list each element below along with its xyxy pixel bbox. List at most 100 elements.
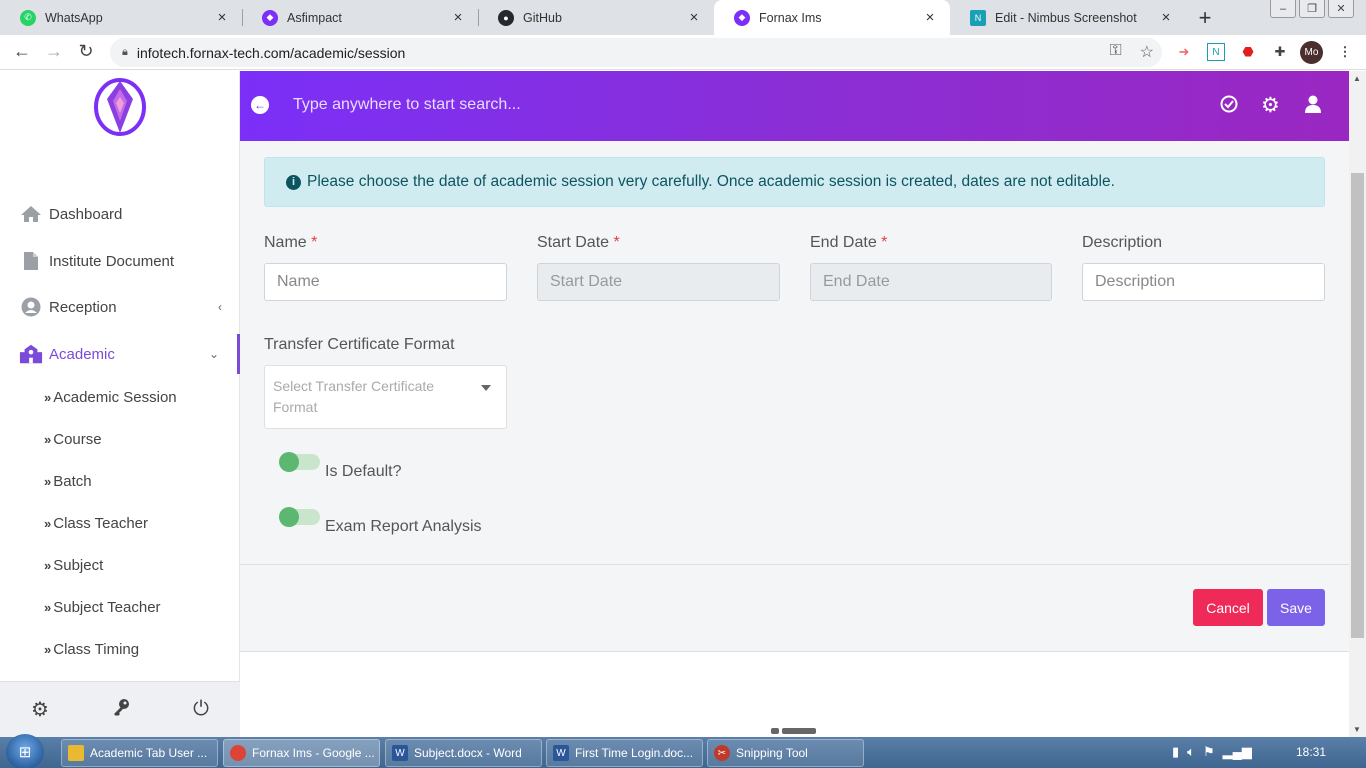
tab-title: WhatsApp bbox=[45, 10, 103, 25]
lock-icon: 🔒︎ bbox=[122, 46, 128, 58]
taskbar-item-snipping-tool[interactable]: ✂ Snipping Tool bbox=[707, 739, 864, 767]
sidebar-subitem-class-timing[interactable]: » Class Timing bbox=[44, 634, 240, 664]
puzzle-icon[interactable]: ✚ bbox=[1271, 43, 1289, 61]
close-icon[interactable]: × bbox=[922, 9, 938, 26]
tab-github[interactable]: ● GitHub × bbox=[478, 0, 714, 35]
tab-title: Asfimpact bbox=[287, 10, 342, 25]
fornax-logo[interactable] bbox=[93, 77, 147, 140]
restore-button[interactable]: ❐ bbox=[1299, 0, 1325, 18]
asfimpact-icon: ◆ bbox=[262, 9, 278, 26]
info-alert: i Please choose the date of academic ses… bbox=[264, 157, 1325, 207]
extension-arrow-icon[interactable]: ➜ bbox=[1175, 43, 1193, 61]
sidebar-subitem-academic-session[interactable]: » Academic Session bbox=[44, 382, 240, 412]
check-circle-icon[interactable] bbox=[1220, 95, 1238, 119]
subitem-label: Class Timing bbox=[53, 640, 140, 658]
star-icon[interactable]: ☆ bbox=[1140, 42, 1154, 62]
end-date-input[interactable]: End Date bbox=[810, 263, 1052, 301]
address-bar[interactable]: 🔒︎ infotech.fornax-tech.com/academic/ses… bbox=[110, 38, 1162, 67]
forward-arrow-icon[interactable]: → bbox=[42, 41, 66, 62]
close-icon[interactable]: × bbox=[686, 9, 702, 26]
page-scrollbar[interactable]: ▲ ▼ bbox=[1349, 71, 1366, 737]
tc-format-label: Transfer Certificate Format bbox=[264, 336, 455, 353]
is-default-toggle[interactable] bbox=[279, 452, 320, 472]
sidebar-subitem-subject-teacher[interactable]: » Subject Teacher bbox=[44, 592, 240, 622]
word-icon: W bbox=[553, 745, 569, 761]
profile-avatar[interactable]: Mo bbox=[1300, 41, 1323, 64]
close-icon[interactable]: × bbox=[1158, 9, 1174, 26]
taskbar-label: Subject.docx - Word bbox=[414, 746, 522, 760]
close-icon[interactable]: × bbox=[214, 9, 230, 26]
tc-format-select[interactable]: Select Transfer Certificate Format bbox=[264, 365, 507, 429]
key-icon[interactable] bbox=[111, 697, 131, 723]
github-icon: ● bbox=[498, 9, 514, 26]
sidebar-subitem-course[interactable]: » Course bbox=[44, 424, 240, 454]
tab-asfimpact[interactable]: ◆ Asfimpact × bbox=[242, 0, 478, 35]
global-search-input[interactable]: Type anywhere to start search... bbox=[293, 96, 521, 114]
scrollbar-thumb[interactable] bbox=[1351, 173, 1364, 638]
folder-icon bbox=[68, 745, 84, 761]
sidebar-item-academic[interactable]: Academic ⌄ bbox=[0, 334, 240, 374]
key-icon[interactable]: ⚿ bbox=[1109, 42, 1121, 62]
sidebar-subitem-class-teacher[interactable]: » Class Teacher bbox=[44, 508, 240, 538]
menu-dots-icon[interactable]: ⋮ bbox=[1336, 43, 1354, 61]
tab-fornax-ims[interactable]: ◆ Fornax Ims × bbox=[714, 0, 950, 35]
school-icon bbox=[19, 343, 43, 365]
taskbar-label: Snipping Tool bbox=[736, 746, 808, 760]
tab-nimbus[interactable]: N Edit - Nimbus Screenshot × bbox=[950, 0, 1186, 35]
back-arrow-icon[interactable]: ← bbox=[10, 41, 34, 62]
scroll-up-arrow-icon[interactable]: ▲ bbox=[1353, 74, 1361, 83]
subitem-label: Class Teacher bbox=[53, 514, 149, 532]
reload-icon[interactable]: ↻ bbox=[74, 41, 98, 62]
name-input[interactable]: Name bbox=[264, 263, 507, 301]
sidebar-subitem-batch[interactable]: » Batch bbox=[44, 466, 240, 496]
new-tab-button[interactable]: + bbox=[1195, 5, 1215, 31]
settings-gears-icon[interactable]: ⚙ bbox=[1261, 93, 1280, 118]
action-center-icon[interactable]: ⚑ bbox=[1203, 744, 1215, 760]
subitem-label: Academic Session bbox=[53, 388, 177, 406]
carousel-indicator bbox=[771, 728, 816, 734]
save-button[interactable]: Save bbox=[1267, 589, 1325, 626]
windows-taskbar: ⊞ Academic Tab User ... Fornax Ims - Goo… bbox=[0, 734, 1366, 768]
sidebar-item-dashboard[interactable]: Dashboard bbox=[0, 194, 240, 234]
back-circle-icon[interactable]: ← bbox=[251, 96, 269, 114]
nimbus-extension-icon[interactable]: N bbox=[1207, 43, 1225, 61]
sidebar: Dashboard Institute Document Reception ‹… bbox=[0, 71, 240, 737]
whatsapp-icon: ✆ bbox=[20, 9, 36, 26]
network-icon[interactable]: ▂▄▆ bbox=[1223, 744, 1252, 760]
power-icon[interactable]: ⏻ bbox=[193, 698, 209, 721]
volume-icon[interactable]: 🔈︎ bbox=[1187, 744, 1195, 760]
minimize-button[interactable]: – bbox=[1270, 0, 1296, 18]
sidebar-item-institute-document[interactable]: Institute Document bbox=[0, 241, 240, 281]
scroll-down-arrow-icon[interactable]: ▼ bbox=[1353, 725, 1361, 734]
taskbar-clock[interactable]: 18:31 bbox=[1296, 745, 1326, 759]
start-date-label: Start Date * bbox=[537, 234, 620, 251]
exam-report-toggle[interactable] bbox=[279, 507, 320, 527]
word-icon: W bbox=[392, 745, 408, 761]
is-default-label: Is Default? bbox=[325, 463, 402, 480]
close-window-button[interactable]: ✕ bbox=[1328, 0, 1354, 18]
start-date-input[interactable]: Start Date bbox=[537, 263, 780, 301]
close-icon[interactable]: × bbox=[450, 9, 466, 26]
sidebar-item-label: Dashboard bbox=[49, 205, 123, 223]
double-chevron-icon: » bbox=[44, 515, 51, 531]
taskbar-label: First Time Login.doc... bbox=[575, 746, 694, 760]
user-icon[interactable] bbox=[1305, 95, 1321, 119]
alert-text: Please choose the date of academic sessi… bbox=[307, 173, 1115, 190]
taskbar-item-chrome[interactable]: Fornax Ims - Google ... bbox=[223, 739, 380, 767]
description-input[interactable]: Description bbox=[1082, 263, 1325, 301]
cancel-button[interactable]: Cancel bbox=[1193, 589, 1263, 626]
battery-icon[interactable]: ▮ bbox=[1172, 744, 1179, 760]
sidebar-subitem-subject[interactable]: » Subject bbox=[44, 550, 240, 580]
settings-gears-icon[interactable]: ⚙ bbox=[31, 697, 49, 722]
adblock-extension-icon[interactable]: ⬣ bbox=[1239, 43, 1257, 61]
taskbar-item-word-login[interactable]: W First Time Login.doc... bbox=[546, 739, 703, 767]
nimbus-icon: N bbox=[970, 9, 986, 26]
taskbar-item-explorer[interactable]: Academic Tab User ... bbox=[61, 739, 218, 767]
fornax-icon: ◆ bbox=[734, 9, 750, 26]
start-button[interactable]: ⊞ bbox=[6, 734, 44, 768]
taskbar-item-word-subject[interactable]: W Subject.docx - Word bbox=[385, 739, 542, 767]
tab-whatsapp[interactable]: ✆ WhatsApp × bbox=[0, 0, 242, 35]
double-chevron-icon: » bbox=[44, 431, 51, 447]
caret-down-icon bbox=[481, 385, 491, 391]
sidebar-item-reception[interactable]: Reception ‹ bbox=[0, 287, 240, 327]
